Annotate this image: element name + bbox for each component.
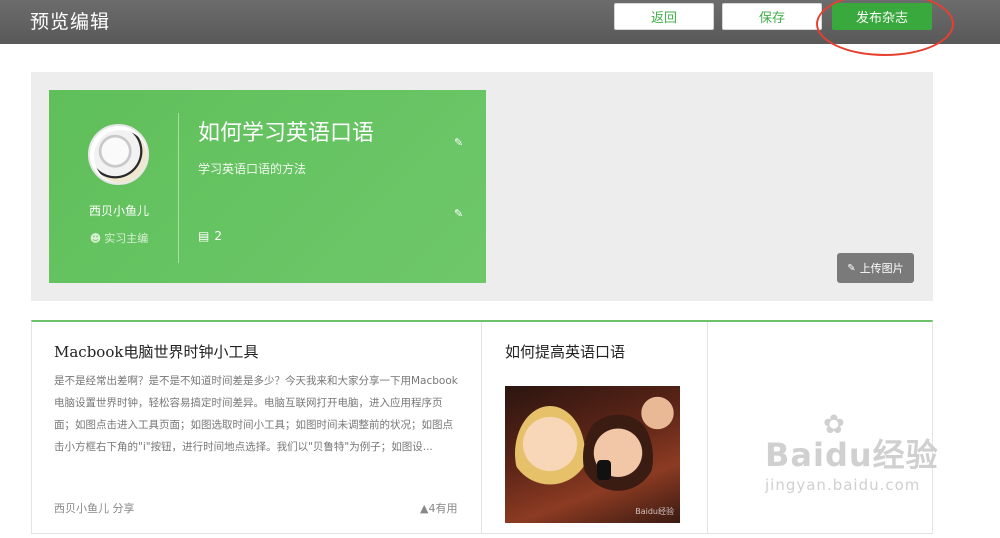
publish-button[interactable]: 发布杂志 bbox=[832, 3, 932, 30]
magazine-title[interactable]: 如何学习英语口语 bbox=[198, 115, 374, 147]
column-divider bbox=[707, 322, 708, 534]
column-divider bbox=[481, 322, 482, 534]
user-icon: ☻ bbox=[89, 232, 102, 245]
article-author: 西贝小鱼儿 分享 bbox=[54, 502, 135, 515]
article-title[interactable]: Macbook电脑世界时钟小工具 bbox=[54, 341, 258, 362]
article-title[interactable]: 如何提高英语口语 bbox=[505, 341, 625, 362]
avatar bbox=[88, 124, 149, 185]
document-icon: ▤ bbox=[198, 229, 210, 243]
username: 西贝小鱼儿 bbox=[88, 204, 149, 218]
doc-count: ▤ 2 bbox=[198, 229, 222, 243]
article-excerpt: 是不是经常出差啊？是不是不知道时间差是多少？今天我来和大家分享一下用Macboo… bbox=[54, 375, 458, 453]
doc-count-value: 2 bbox=[214, 229, 222, 243]
upload-label: 上传图片 bbox=[859, 262, 904, 275]
magazine-subtitle[interactable]: 学习英语口语的方法 bbox=[198, 160, 306, 177]
avatar-image bbox=[94, 130, 147, 183]
edit-title-pencil-icon[interactable]: ✎ bbox=[454, 136, 463, 149]
upload-image-button[interactable]: ✎ 上传图片 bbox=[837, 253, 914, 283]
image-watermark: Baidu经验 bbox=[635, 507, 674, 516]
pencil-icon: ✎ bbox=[847, 262, 856, 274]
card-divider bbox=[178, 113, 179, 263]
save-button[interactable]: 保存 bbox=[722, 3, 822, 30]
image-person bbox=[635, 386, 680, 446]
microphone bbox=[597, 460, 611, 480]
role-label: ☻ 实习主编 bbox=[60, 230, 178, 246]
back-button[interactable]: 返回 bbox=[614, 3, 714, 30]
page-title: 预览编辑 bbox=[30, 11, 111, 33]
image-person bbox=[515, 406, 585, 501]
useful-count: 4有用 bbox=[428, 502, 458, 515]
article-useful[interactable]: ▲4有用 bbox=[420, 500, 457, 516]
edit-subtitle-pencil-icon[interactable]: ✎ bbox=[454, 207, 463, 220]
role-text: 实习主编 bbox=[104, 232, 149, 245]
article-image[interactable]: Baidu经验 bbox=[505, 386, 680, 523]
